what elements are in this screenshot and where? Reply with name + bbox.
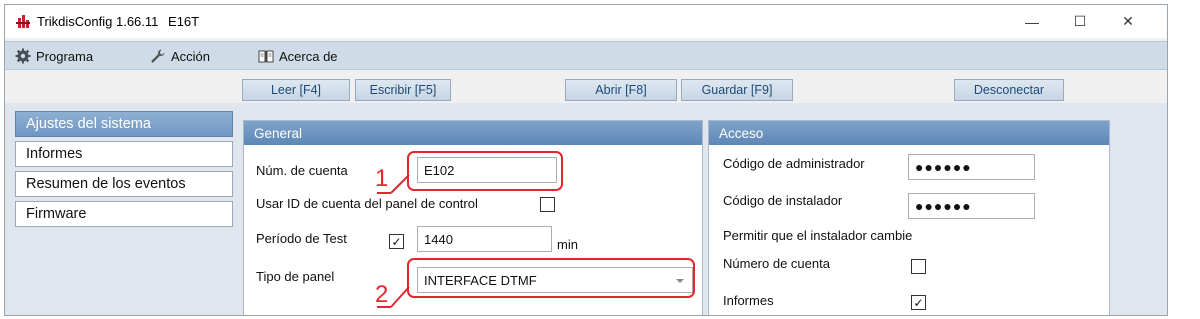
general-panel-title: General — [244, 121, 702, 145]
access-panel-title: Acceso — [709, 121, 1109, 145]
account-number-permission-checkbox[interactable] — [911, 259, 926, 274]
title-bar: TrikdisConfig 1.66.11 E16T — ☐ ✕ — [5, 5, 1167, 38]
use-panel-id-label: Usar ID de cuenta del panel de control — [256, 196, 478, 211]
book-icon — [258, 50, 274, 63]
app-name: TrikdisConfig 1.66.11 — [37, 14, 159, 29]
read-button[interactable]: Leer [F4] — [242, 79, 350, 101]
maximize-button[interactable]: ☐ — [1057, 5, 1103, 38]
access-panel: Acceso Código de administrador ●●●●●● Có… — [708, 120, 1110, 315]
callout-1-leader — [377, 174, 410, 194]
test-period-unit: min — [557, 237, 578, 252]
callout-1-frame — [407, 151, 563, 191]
close-button[interactable]: ✕ — [1105, 5, 1151, 38]
menu-accion[interactable]: Acción — [150, 48, 210, 64]
nav-item-event-summary[interactable]: Resumen de los eventos — [15, 171, 233, 197]
admin-code-label: Código de administrador — [723, 156, 865, 171]
menu-acerca-label: Acerca de — [279, 48, 338, 64]
menu-accion-label: Acción — [171, 48, 211, 64]
open-button[interactable]: Abrir [F8] — [565, 79, 677, 101]
window-title: TrikdisConfig 1.66.11 E16T — [37, 14, 205, 29]
panel-type-label: Tipo de panel — [256, 269, 335, 284]
nav-item-reports[interactable]: Informes — [15, 141, 233, 167]
menu-programa-label: Programa — [36, 48, 94, 64]
reports-permission-label: Informes — [723, 293, 774, 308]
callout-2-leader — [377, 286, 410, 308]
test-period-checkbox[interactable]: ✓ — [389, 234, 404, 249]
wrench-icon — [151, 49, 165, 63]
write-button[interactable]: Escribir [F5] — [355, 79, 451, 101]
menu-acerca-de[interactable]: Acerca de — [258, 48, 338, 64]
menu-bar: Programa Acción Acerca de — [5, 41, 1167, 70]
save-button[interactable]: Guardar [F9] — [681, 79, 793, 101]
menu-programa[interactable]: Programa — [15, 48, 93, 64]
installer-code-input[interactable]: ●●●●●● — [908, 193, 1035, 219]
nav-item-firmware[interactable]: Firmware — [15, 201, 233, 227]
reports-permission-checkbox[interactable]: ✓ — [911, 295, 926, 310]
callout-2-frame — [407, 258, 695, 298]
allow-change-label: Permitir que el instalador cambie — [723, 228, 913, 243]
test-period-input[interactable]: 1440 — [417, 226, 552, 252]
disconnect-button[interactable]: Desconectar — [954, 79, 1064, 101]
test-period-label: Período de Test — [256, 231, 347, 246]
admin-code-input[interactable]: ●●●●●● — [908, 154, 1035, 180]
app-window: TrikdisConfig 1.66.11 E16T — ☐ ✕ Program — [4, 4, 1168, 316]
settings-nav: Ajustes del sistema Informes Resumen de … — [15, 111, 233, 231]
trikdis-logo-icon — [16, 15, 30, 28]
installer-code-label: Código de instalador — [723, 193, 843, 208]
account-number-permission-label: Número de cuenta — [723, 256, 830, 271]
use-panel-id-checkbox[interactable] — [540, 197, 555, 212]
device-name: E16T — [168, 14, 200, 29]
nav-item-system-settings[interactable]: Ajustes del sistema — [15, 111, 233, 137]
toolbar: Leer [F4] Escribir [F5] Abrir [F8] Guard… — [5, 71, 1167, 103]
minimize-button[interactable]: — — [1009, 5, 1055, 38]
gear-icon — [15, 48, 31, 64]
account-number-label: Núm. de cuenta — [256, 163, 348, 178]
